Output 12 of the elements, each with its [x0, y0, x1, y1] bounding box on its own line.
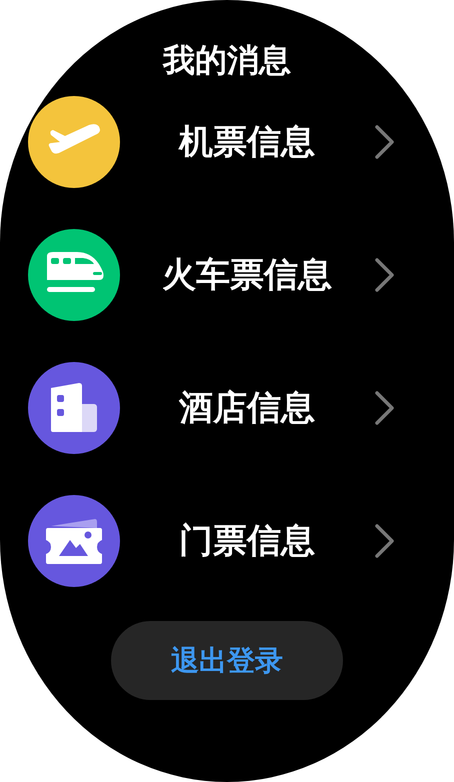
- ticket-icon: [45, 516, 103, 566]
- logout-button[interactable]: 退出登录: [111, 621, 343, 700]
- menu-item[interactable]: 机票信息: [120, 119, 374, 165]
- menu-item[interactable]: 酒店信息: [120, 385, 374, 431]
- building-icon: [49, 382, 99, 434]
- chevron-right-icon: [374, 124, 396, 160]
- chevron-right-icon: [374, 523, 396, 559]
- chevron-right-icon: [374, 257, 396, 293]
- menu-item[interactable]: 火车票信息: [120, 252, 374, 298]
- menu-item[interactable]: 门票信息: [120, 518, 374, 564]
- page-title: 我的消息: [163, 40, 291, 81]
- chevron-right-icon: [374, 390, 396, 426]
